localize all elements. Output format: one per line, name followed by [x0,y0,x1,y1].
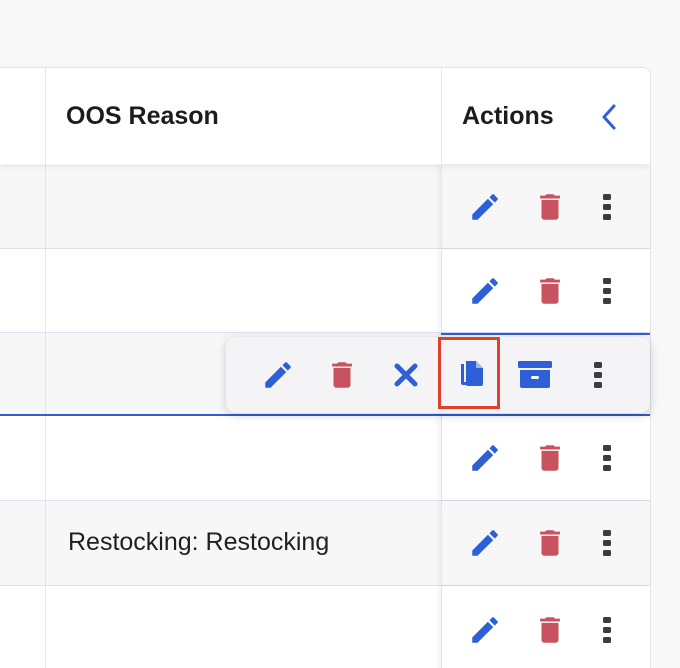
table-row [0,165,650,249]
trash-icon [332,362,352,388]
edit-button[interactable] [468,274,502,308]
oos-reason-cell [46,165,440,248]
table-row: Restocking: Restocking [0,501,650,586]
pencil-icon [472,194,498,220]
actions-header: Actions [462,102,554,130]
oos-reason-text: Restocking: Restocking [68,528,330,556]
pencil-icon [472,278,498,304]
actions-cell [441,501,650,585]
oos-reason-cell [46,416,440,500]
close-icon [394,363,418,387]
delete-button[interactable] [533,190,567,224]
oos-reason-header: OOS Reason [66,102,219,130]
delete-button[interactable] [533,526,567,560]
edit-button[interactable] [468,526,502,560]
chevron-left-icon [602,104,616,130]
oos-reason-cell: Restocking: Restocking [46,501,440,585]
edit-button[interactable] [468,613,502,647]
oos-reason-cell [46,249,440,332]
edit-button[interactable] [468,190,502,224]
vertical-dots-icon [603,617,611,643]
more-actions-button[interactable] [590,441,624,475]
table-row [0,586,650,668]
table-row [0,416,650,501]
row-actions-popup [226,337,650,413]
trash-icon [540,617,560,643]
popup-more-button[interactable] [581,358,615,392]
copy-icon [461,361,483,386]
actions-cell [441,416,650,500]
more-actions-button[interactable] [590,526,624,560]
vertical-dots-icon [594,362,602,388]
delete-button[interactable] [533,441,567,475]
trash-icon [540,445,560,471]
pencil-icon [265,362,291,388]
more-actions-button[interactable] [590,274,624,308]
pencil-icon [472,530,498,556]
archive-icon [518,361,552,388]
header-column-oos-reason: OOS Reason [46,68,440,164]
actions-cell [441,165,650,248]
vertical-dots-icon [603,445,611,471]
popup-delete-button[interactable] [325,358,359,392]
table-header: OOS Reason Actions [0,68,650,164]
delete-button[interactable] [533,613,567,647]
pencil-icon [472,617,498,643]
actions-cell [441,249,650,332]
popup-edit-button[interactable] [261,358,295,392]
header-column-previous [0,68,46,164]
collapse-actions-button[interactable] [598,102,622,132]
vertical-dots-icon [603,530,611,556]
trash-icon [540,530,560,556]
actions-cell [441,586,650,668]
active-row-indicator [441,333,650,335]
popup-cancel-button[interactable] [389,358,423,392]
more-actions-button[interactable] [590,613,624,647]
popup-archive-button[interactable] [516,358,554,392]
pencil-icon [472,445,498,471]
trash-icon [540,278,560,304]
edit-button[interactable] [468,441,502,475]
trash-icon [540,194,560,220]
vertical-dots-icon [603,194,611,220]
header-column-actions: Actions [441,68,650,164]
oos-reason-cell [46,586,440,668]
table-row [0,249,650,333]
vertical-dots-icon [603,278,611,304]
popup-copy-button[interactable] [454,358,488,392]
more-actions-button[interactable] [590,190,624,224]
delete-button[interactable] [533,274,567,308]
